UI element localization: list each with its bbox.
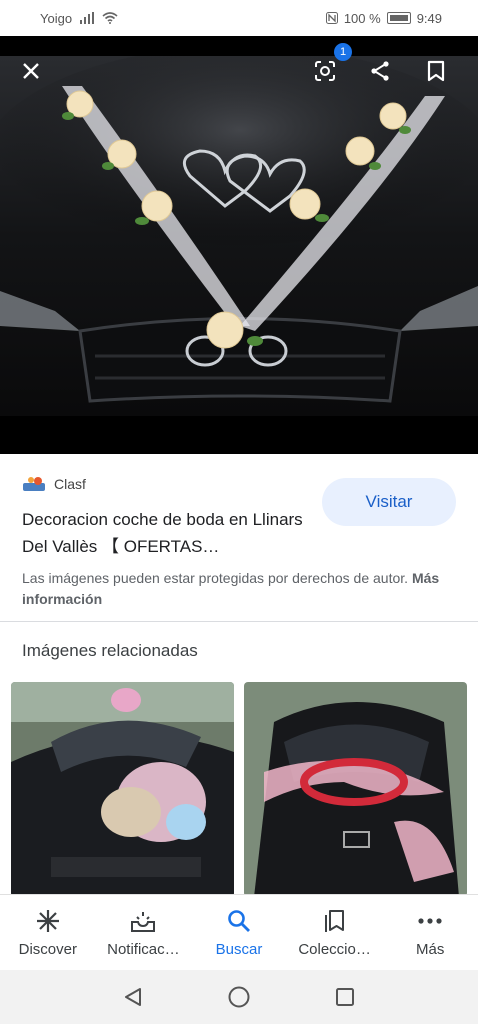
bookmark-button[interactable] — [416, 51, 456, 91]
nav-more[interactable]: Más — [382, 895, 478, 970]
nav-label: Coleccio… — [298, 941, 371, 958]
nav-notifications[interactable]: Notificac… — [96, 895, 192, 970]
share-button[interactable] — [360, 51, 400, 91]
clock: 9:49 — [416, 10, 442, 26]
source-row[interactable]: Clasf — [22, 476, 86, 492]
notifications-icon — [129, 907, 157, 935]
battery-icon — [386, 12, 411, 24]
carrier-name: Yoigo — [40, 10, 73, 26]
more-icon — [416, 907, 444, 935]
nav-label: Notificac… — [107, 941, 180, 958]
system-navigation-bar — [0, 970, 478, 1024]
status-right: 100 % 9:49 — [325, 10, 442, 26]
nav-discover[interactable]: Discover — [0, 895, 96, 970]
related-images-heading: Imágenes relacionadas — [22, 641, 198, 660]
lens-count-badge: 1 — [334, 43, 352, 61]
battery-percent: 100 % — [343, 10, 381, 26]
search-icon — [225, 907, 253, 935]
share-icon — [371, 61, 389, 81]
image-viewer[interactable]: 1 — [0, 36, 478, 454]
google-lens-icon — [315, 61, 335, 81]
signal-icon — [80, 12, 95, 24]
divider — [0, 621, 478, 622]
status-bar: Yoigo 100 % 9:49 — [0, 0, 478, 36]
nav-label: Discover — [18, 941, 77, 958]
related-car-image-1 — [11, 682, 234, 897]
collections-icon — [321, 907, 349, 935]
bottom-navigation: Discover Notificac… Buscar Coleccio… Más — [0, 894, 478, 970]
nav-label: Buscar — [215, 941, 263, 958]
nav-label: Más — [416, 941, 445, 958]
related-car-image-2 — [244, 682, 467, 897]
source-name: Clasf — [54, 476, 86, 492]
nfc-icon — [325, 12, 338, 24]
status-left: Yoigo — [40, 11, 118, 26]
close-button[interactable] — [11, 51, 51, 91]
recents-icon[interactable] — [334, 986, 356, 1008]
wifi-icon — [102, 12, 118, 24]
bookmark-icon — [427, 60, 445, 82]
clasf-logo-icon — [23, 477, 45, 491]
copyright-notice: Las imágenes pueden estar protegidas por… — [22, 568, 462, 610]
asterisk-icon — [34, 907, 62, 935]
home-icon[interactable] — [227, 985, 251, 1009]
nav-collections[interactable]: Coleccio… — [287, 895, 383, 970]
back-icon[interactable] — [122, 986, 144, 1008]
copyright-text: Las imágenes pueden estar protegidas por… — [22, 570, 409, 586]
visit-button[interactable]: Visitar — [322, 478, 456, 526]
close-icon — [23, 63, 39, 79]
related-image-2[interactable] — [244, 682, 467, 897]
nav-search[interactable]: Buscar — [191, 895, 287, 970]
result-title[interactable]: Decoracion coche de boda en Llinars Del … — [22, 506, 312, 560]
wedding-car-image — [0, 56, 478, 416]
related-image-1[interactable] — [11, 682, 234, 897]
